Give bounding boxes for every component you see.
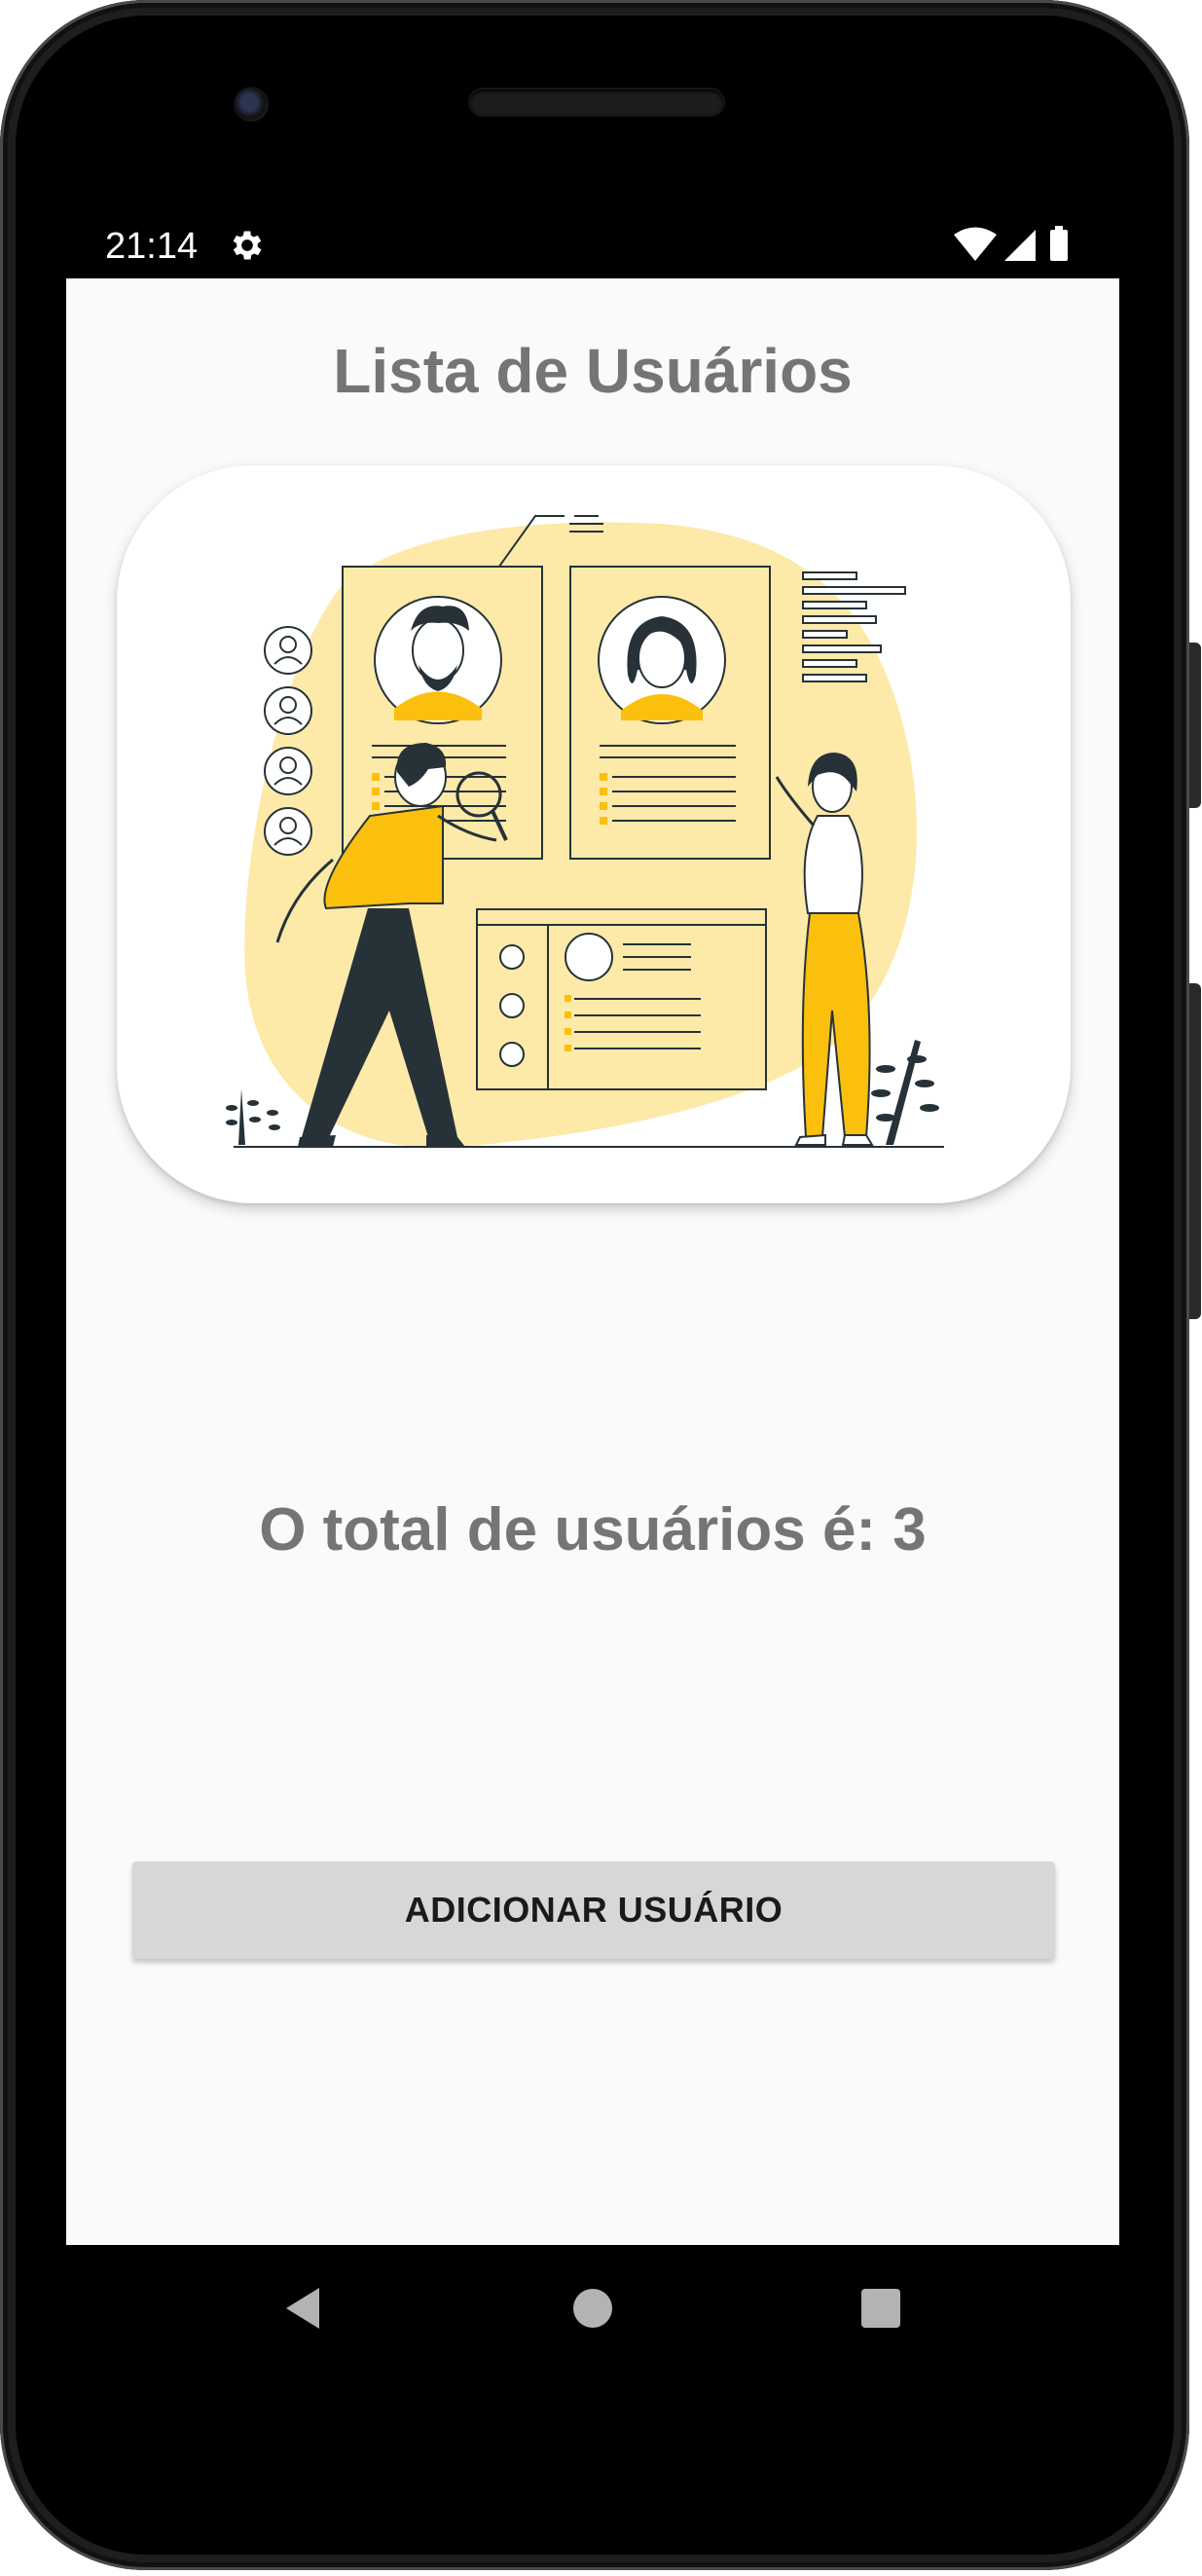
power-button: [1189, 983, 1201, 1319]
add-user-button[interactable]: ADICIONAR USUÁRIO: [132, 1861, 1055, 1959]
back-icon[interactable]: [271, 2274, 339, 2342]
gear-icon: [233, 231, 262, 260]
illustration-card: [117, 465, 1071, 1203]
earpiece-speaker: [470, 90, 723, 115]
app-screen: Lista de Usuários O total de usuários é:…: [66, 278, 1119, 2245]
navigation-bar: [66, 2245, 1119, 2372]
recents-icon[interactable]: [847, 2274, 915, 2342]
home-icon[interactable]: [559, 2274, 627, 2342]
page-title: Lista de Usuários: [333, 336, 853, 406]
status-icons: [954, 226, 1068, 261]
status-bar: 21:14: [66, 214, 1078, 273]
front-camera: [234, 87, 269, 122]
volume-button: [1189, 643, 1201, 808]
signal-icon: [1004, 230, 1036, 261]
user-total-text: O total de usuários é: 3: [259, 1496, 927, 1564]
wifi-icon: [954, 227, 997, 261]
status-time: 21:14: [105, 226, 199, 267]
battery-icon: [1050, 226, 1068, 261]
user-list-illustration: [226, 515, 944, 1148]
